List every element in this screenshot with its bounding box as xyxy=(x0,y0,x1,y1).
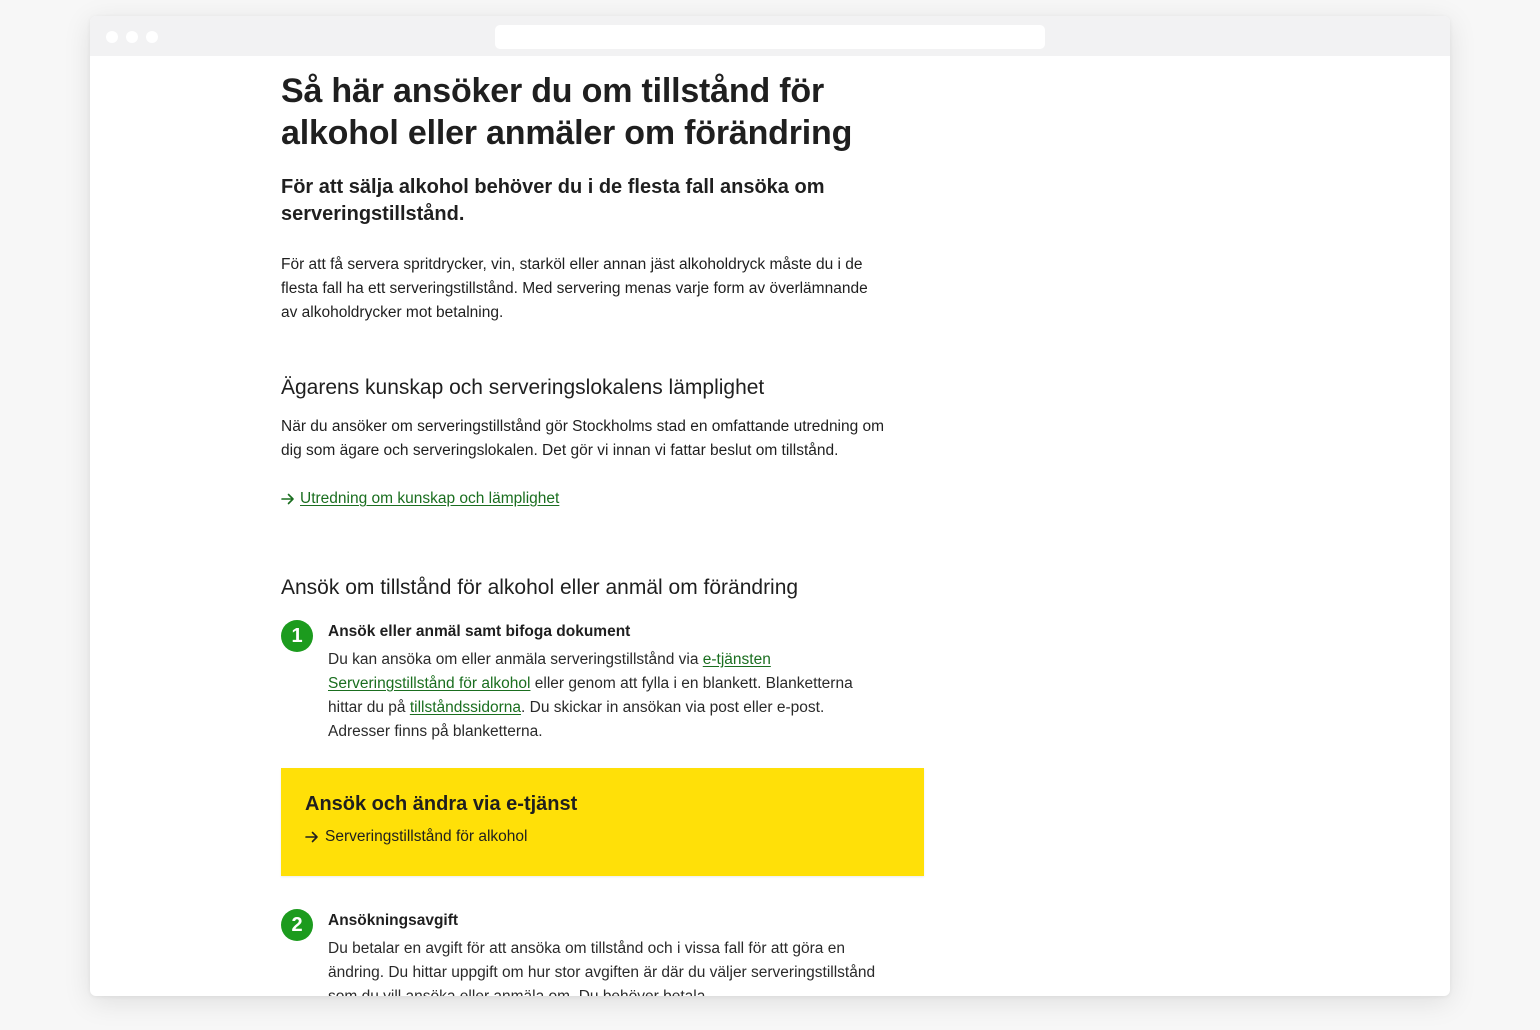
step-text-part: Du kan ansöka om eller anmäla serverings… xyxy=(328,651,703,668)
arrow-right-icon xyxy=(305,831,318,843)
section-heading-knowledge: Ägarens kunskap och serveringslokalens l… xyxy=(281,376,765,399)
permit-pages-link[interactable]: tillståndssidorna xyxy=(410,699,521,716)
step-item-2: 2 Ansökningsavgift Du betalar en avgift … xyxy=(281,909,926,996)
intro-paragraph: För att få servera spritdrycker, vin, st… xyxy=(281,256,868,321)
address-bar[interactable] xyxy=(495,25,1045,49)
step-number-badge: 1 xyxy=(281,620,313,652)
minimize-window-button[interactable] xyxy=(126,31,138,43)
investigation-link-row[interactable]: Utredning om kunskap och lämplighet xyxy=(281,487,926,511)
cta-link-row[interactable]: Serveringstillstånd för alkohol xyxy=(305,826,900,848)
page-title: Så här ansöker du om tillstånd för alkoh… xyxy=(281,72,853,152)
close-window-button[interactable] xyxy=(106,31,118,43)
step-text: Du betalar en avgift för att ansöka om t… xyxy=(328,940,876,996)
step-number-badge: 2 xyxy=(281,909,313,941)
step-title: Ansök eller anmäl samt bifoga dokument xyxy=(328,623,631,640)
main-content: Så här ansöker du om tillstånd för alkoh… xyxy=(281,70,926,996)
step-title: Ansökningsavgift xyxy=(328,912,459,929)
step-text: Du kan ansöka om eller anmäla serverings… xyxy=(328,648,883,744)
browser-window: Så här ansöker du om tillstånd för alkoh… xyxy=(90,16,1450,996)
e-service-cta-box: Ansök och ändra via e-tjänst Serveringst… xyxy=(281,768,924,876)
step-item-1: 1 Ansök eller anmäl samt bifoga dokument… xyxy=(281,620,926,744)
window-controls xyxy=(106,31,158,43)
section-heading-apply: Ansök om tillstånd för alkohol eller anm… xyxy=(281,576,799,599)
browser-toolbar xyxy=(90,16,1450,56)
maximize-window-button[interactable] xyxy=(146,31,158,43)
cta-title: Ansök och ändra via e-tjänst xyxy=(305,793,578,815)
page-viewport[interactable]: Så här ansöker du om tillstånd för alkoh… xyxy=(90,56,1450,996)
lead-paragraph: För att sälja alkohol behöver du i de fl… xyxy=(281,176,825,225)
investigation-link[interactable]: Utredning om kunskap och lämplighet xyxy=(300,487,559,511)
arrow-right-icon xyxy=(281,493,294,505)
section-paragraph-knowledge: När du ansöker om serveringstillstånd gö… xyxy=(281,418,885,459)
cta-link[interactable]: Serveringstillstånd för alkohol xyxy=(325,826,527,848)
